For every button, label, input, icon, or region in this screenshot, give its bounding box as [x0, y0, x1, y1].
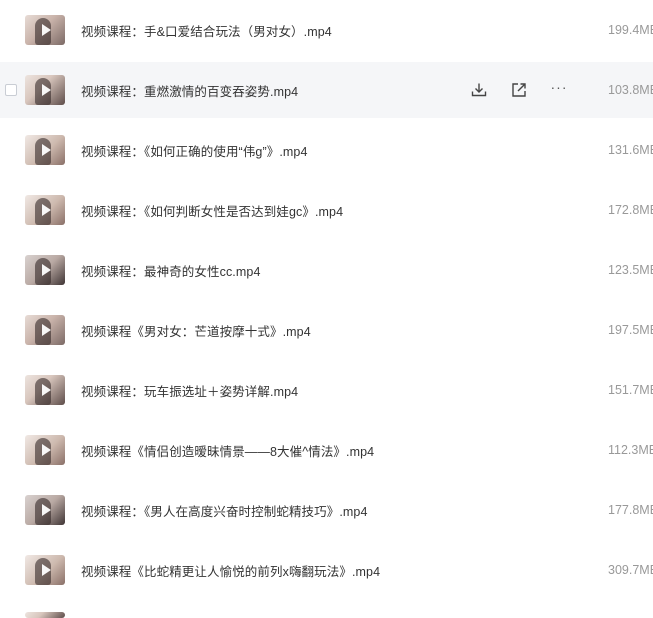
file-size: 177.8MB [608, 503, 653, 517]
video-thumbnail[interactable] [25, 135, 65, 165]
video-thumbnail[interactable] [25, 195, 65, 225]
file-name[interactable]: 视频课程《比蛇精更让人愉悦的前列x嗨翻玩法》.mp4 [81, 561, 380, 580]
file-size: 131.6MB [608, 143, 653, 157]
video-thumbnail[interactable] [25, 495, 65, 525]
row-actions: ··· [468, 79, 588, 101]
file-row[interactable]: 视频课程：重燃激情的百变吞姿势.mp4 ··· 103.8MB [0, 62, 653, 118]
file-row[interactable]: 视频课程《比蛇精更让人愉悦的前列x嗨翻玩法》.mp4 309.7MB [0, 542, 653, 598]
file-name[interactable]: 视频课程：《如何正确的使用“伟g”》.mp4 [81, 141, 308, 160]
file-size: 199.4MB [608, 23, 653, 37]
file-name[interactable]: 视频课程：手&口爱结合玩法（男对女）.mp4 [81, 21, 332, 40]
play-icon [42, 84, 51, 96]
play-icon [42, 564, 51, 576]
play-icon [42, 144, 51, 156]
video-thumbnail[interactable] [25, 612, 65, 618]
play-icon [42, 324, 51, 336]
video-thumbnail[interactable] [25, 15, 65, 45]
video-thumbnail[interactable] [25, 555, 65, 585]
file-name[interactable]: 视频课程：重燃激情的百变吞姿势.mp4 [81, 81, 298, 100]
share-icon[interactable] [508, 79, 530, 101]
file-row[interactable]: 视频课程：玩车振选址＋姿势详解.mp4 151.7MB [0, 362, 653, 418]
play-icon [42, 204, 51, 216]
file-size: 103.8MB [608, 83, 653, 97]
file-row[interactable]: 视频课程《男对女：芒道按摩十式》.mp4 197.5MB [0, 302, 653, 358]
play-icon [42, 444, 51, 456]
video-thumbnail[interactable] [25, 255, 65, 285]
play-icon [42, 504, 51, 516]
play-icon [42, 264, 51, 276]
play-icon [42, 24, 51, 36]
file-size: 309.7MB [608, 563, 653, 577]
video-thumbnail[interactable] [25, 75, 65, 105]
file-row[interactable]: 视频课程：最神奇的女性cc.mp4 123.5MB [0, 242, 653, 298]
download-icon[interactable] [468, 79, 490, 101]
file-size: 172.8MB [608, 203, 653, 217]
file-size: 123.5MB [608, 263, 653, 277]
file-size: 151.7MB [608, 383, 653, 397]
file-row[interactable]: 视频课程：《如何正确的使用“伟g”》.mp4 131.6MB [0, 122, 653, 178]
file-row[interactable]: 视频课程：手&口爱结合玩法（男对女）.mp4 199.4MB [0, 2, 653, 58]
more-icon[interactable]: ··· [548, 76, 570, 98]
file-row[interactable]: 视频课程：《男人在高度兴奋时控制蛇精技巧》.mp4 177.8MB [0, 482, 653, 538]
video-thumbnail[interactable] [25, 375, 65, 405]
file-list: 视频课程：手&口爱结合玩法（男对女）.mp4 199.4MB 视频课程：重燃激情的百… [0, 0, 653, 618]
file-size: 197.5MB [608, 323, 653, 337]
file-row[interactable]: 视频课程《情侣创造暧昧情景——8大催^情法》.mp4 112.3MB [0, 422, 653, 478]
file-row[interactable]: 视频课程：《如何判断女性是否达到娃gc》.mp4 172.8MB [0, 182, 653, 238]
file-name[interactable]: 视频课程：玩车振选址＋姿势详解.mp4 [81, 381, 298, 400]
file-size: 112.3MB [608, 443, 653, 457]
play-icon [42, 384, 51, 396]
file-name[interactable]: 视频课程《男对女：芒道按摩十式》.mp4 [81, 321, 311, 340]
file-name[interactable]: 视频课程：《如何判断女性是否达到娃gc》.mp4 [81, 201, 343, 220]
file-name[interactable]: 视频课程：最神奇的女性cc.mp4 [81, 261, 261, 280]
file-name[interactable]: 视频课程：《男人在高度兴奋时控制蛇精技巧》.mp4 [81, 501, 368, 520]
file-name[interactable]: 视频课程《情侣创造暧昧情景——8大催^情法》.mp4 [81, 441, 374, 460]
video-thumbnail[interactable] [25, 435, 65, 465]
video-thumbnail[interactable] [25, 315, 65, 345]
row-checkbox[interactable] [5, 84, 17, 96]
